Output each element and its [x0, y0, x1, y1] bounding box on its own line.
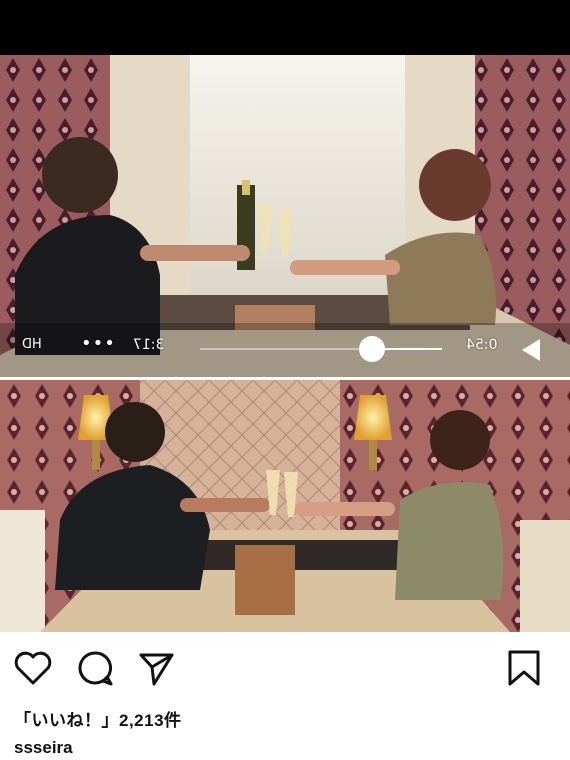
top-black-bar — [0, 0, 570, 55]
username[interactable]: ssseira — [14, 738, 73, 758]
post-actions — [0, 640, 570, 696]
post-photo — [0, 380, 570, 632]
seek-handle[interactable] — [359, 336, 385, 362]
video-controls: HD ••• 3:17 0:54 — [0, 323, 570, 375]
heart-icon[interactable] — [11, 646, 55, 690]
send-icon[interactable] — [134, 646, 178, 690]
more-options-button[interactable]: ••• — [80, 333, 115, 354]
comment-icon[interactable] — [73, 646, 117, 690]
photo-image — [0, 380, 570, 632]
elapsed-time: 0:54 — [466, 337, 498, 353]
bookmark-icon[interactable] — [502, 646, 546, 690]
hd-label[interactable]: HD — [22, 337, 42, 352]
video-frame[interactable]: HD ••• 3:17 0:54 — [0, 55, 570, 377]
play-icon[interactable] — [522, 339, 540, 361]
total-time: 3:17 — [133, 337, 165, 353]
seek-track-remaining[interactable] — [200, 348, 372, 350]
likes-count[interactable]: 「いいね！」2,213件 — [14, 706, 182, 731]
